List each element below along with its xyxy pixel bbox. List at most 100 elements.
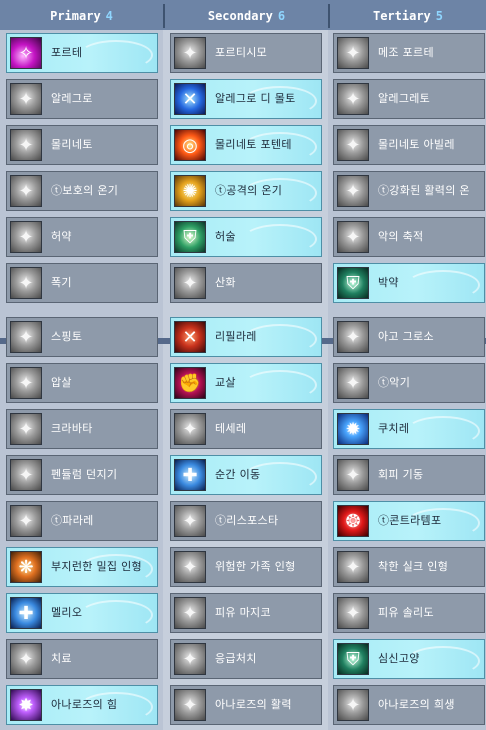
- crimson-grab-icon: ✊: [174, 367, 206, 399]
- skill-slot[interactable]: ✺ ⓣ공격의 온기: [170, 171, 322, 211]
- skill-name: ⓣ악기: [378, 376, 411, 389]
- skill-slot[interactable]: ✦ 폭기: [6, 263, 158, 303]
- gray-star-icon: ✦: [337, 689, 369, 721]
- orange-doll-icon: ❋: [10, 551, 42, 583]
- gray-scroll-icon: ✦: [174, 597, 206, 629]
- skill-slot[interactable]: ✦ 피유 마지코: [170, 593, 322, 633]
- gray-figure-icon: ✦: [174, 643, 206, 675]
- skill-slot[interactable]: ✕ 리필라레: [170, 317, 322, 357]
- gray-gear-icon: ✦: [10, 505, 42, 537]
- header-secondary-name: Secondary: [207, 9, 273, 23]
- header-tertiary: Tertiary 5: [330, 0, 486, 30]
- skill-slot[interactable]: ✦ 메조 포르테: [333, 33, 485, 73]
- skill-slot[interactable]: ✦ 위험한 가족 인형: [170, 547, 322, 587]
- skill-slot[interactable]: ❂ ⓣ콘트라템포: [333, 501, 485, 541]
- gray-slash-icon: ✦: [337, 37, 369, 69]
- skill-name: 아나로즈의 힘: [51, 698, 118, 711]
- skill-slot[interactable]: ✦ 착한 실크 인형: [333, 547, 485, 587]
- blue-impact-icon: ✹: [337, 413, 369, 445]
- skill-name: 응급처치: [215, 652, 257, 665]
- skill-slot[interactable]: ✧ 포르테: [6, 33, 158, 73]
- skill-slot[interactable]: ✦ 알레그로: [6, 79, 158, 119]
- skill-slot[interactable]: ✦ ⓣ보호의 온기: [6, 171, 158, 211]
- skill-name: 펜듈럼 던지기: [51, 468, 118, 481]
- skill-slot[interactable]: ✦ 아나로즈의 희생: [333, 685, 485, 725]
- skill-name: 위험한 가족 인형: [215, 560, 296, 573]
- gray-doll-icon: ✦: [174, 551, 206, 583]
- skill-slot[interactable]: ⛨ 심신고양: [333, 639, 485, 679]
- skill-slot[interactable]: ✦ 악의 축적: [333, 217, 485, 257]
- skill-slot[interactable]: ✦ 응급처치: [170, 639, 322, 679]
- skill-slot[interactable]: ⛨ 허술: [170, 217, 322, 257]
- header-primary-name: Primary: [50, 9, 101, 23]
- skill-slot[interactable]: ✊ 교살: [170, 363, 322, 403]
- fire-whirlwind-icon: ◎: [174, 129, 206, 161]
- skill-name: 알레그레토: [378, 92, 431, 105]
- skill-name: 악의 축적: [378, 230, 424, 243]
- gray-feather-slash-icon: ✦: [174, 37, 206, 69]
- skill-slot[interactable]: ✦ 스핑토: [6, 317, 158, 357]
- skill-slot[interactable]: ✹ 쿠치레: [333, 409, 485, 449]
- skill-slot[interactable]: ✦ ⓣ리스포스타: [170, 501, 322, 541]
- gray-explosion-icon: ✦: [10, 267, 42, 299]
- skill-name: ⓣ공격의 온기: [215, 184, 283, 197]
- gray-flame-icon: ✦: [337, 367, 369, 399]
- gray-shield-icon: ✦: [337, 597, 369, 629]
- skill-slot[interactable]: ✦ 치료: [6, 639, 158, 679]
- blue-heal-icon: ✚: [10, 597, 42, 629]
- gray-star-icon: ✦: [174, 689, 206, 721]
- header-primary-count: 4: [105, 9, 113, 23]
- skill-slot[interactable]: ⛨ 박약: [333, 263, 485, 303]
- skill-name: ⓣ리스포스타: [215, 514, 279, 527]
- gray-star-icon: ✦: [337, 221, 369, 253]
- gray-throw-icon: ✦: [10, 459, 42, 491]
- skill-name: 몰리네토: [51, 138, 93, 151]
- skill-slot[interactable]: ✦ ⓣ파라레: [6, 501, 158, 541]
- skill-name: 쿠치레: [378, 422, 410, 435]
- skill-name: 리필라레: [215, 330, 257, 343]
- skill-name: 허약: [51, 230, 72, 243]
- skill-slot[interactable]: ❋ 부지런한 밀집 인형: [6, 547, 158, 587]
- gray-claw-icon: ✦: [10, 321, 42, 353]
- header-secondary-count: 6: [277, 9, 286, 23]
- gray-spark-icon: ✦: [337, 459, 369, 491]
- gray-burst-icon: ✦: [10, 175, 42, 207]
- skill-name: ⓣ보호의 온기: [51, 184, 119, 197]
- skill-slot[interactable]: ✦ 알레그레토: [333, 79, 485, 119]
- skill-name: 순간 이동: [215, 468, 261, 481]
- skill-name: 심신고양: [378, 652, 420, 665]
- skill-name: 산화: [215, 276, 236, 289]
- blue-teleport-icon: ✚: [174, 459, 206, 491]
- skill-slot[interactable]: ✕ 알레그로 디 몰토: [170, 79, 322, 119]
- gray-swirl-icon: ✦: [337, 83, 369, 115]
- gray-whirlwind-icon: ✦: [10, 129, 42, 161]
- skill-name: 허술: [215, 230, 236, 243]
- blue-cross-slash-icon: ✕: [174, 83, 206, 115]
- skill-slot[interactable]: ✦ ⓣ강화된 활력의 온: [333, 171, 485, 211]
- skill-name: 아나로즈의 희생: [378, 698, 455, 711]
- skill-slot[interactable]: ✦ 허약: [6, 217, 158, 257]
- skill-slot[interactable]: ✦ 몰리네토: [6, 125, 158, 165]
- skill-slot[interactable]: ✦ 압살: [6, 363, 158, 403]
- skill-slot[interactable]: ✦ 회피 기동: [333, 455, 485, 495]
- skill-slot[interactable]: ✸ 아나로즈의 힘: [6, 685, 158, 725]
- skill-slot[interactable]: ◎ 몰리네토 포텐테: [170, 125, 322, 165]
- skill-slot[interactable]: ✚ 멜리오: [6, 593, 158, 633]
- skill-name: 크라바타: [51, 422, 93, 435]
- skill-slot[interactable]: ✦ 아고 그로소: [333, 317, 485, 357]
- skill-name: ⓣ강화된 활력의 온: [378, 184, 470, 197]
- skill-slot[interactable]: ✦ 아나로즈의 활력: [170, 685, 322, 725]
- header-secondary: Secondary 6: [165, 0, 328, 30]
- skill-slot[interactable]: ✦ 테세레: [170, 409, 322, 449]
- skill-slot[interactable]: ✦ ⓣ악기: [333, 363, 485, 403]
- column-header-bar: Primary 4 Secondary 6 Tertiary 5: [0, 0, 486, 30]
- skill-slot[interactable]: ✦ 포르티시모: [170, 33, 322, 73]
- skill-slot[interactable]: ✚ 순간 이동: [170, 455, 322, 495]
- skill-slot[interactable]: ✦ 산화: [170, 263, 322, 303]
- teal-figure-icon: ⛨: [337, 643, 369, 675]
- skill-name: 피유 솔리도: [378, 606, 434, 619]
- skill-slot[interactable]: ✦ 피유 솔리도: [333, 593, 485, 633]
- skill-slot[interactable]: ✦ 펜듈럼 던지기: [6, 455, 158, 495]
- skill-slot[interactable]: ✦ 몰리네토 아빌레: [333, 125, 485, 165]
- skill-slot[interactable]: ✦ 크라바타: [6, 409, 158, 449]
